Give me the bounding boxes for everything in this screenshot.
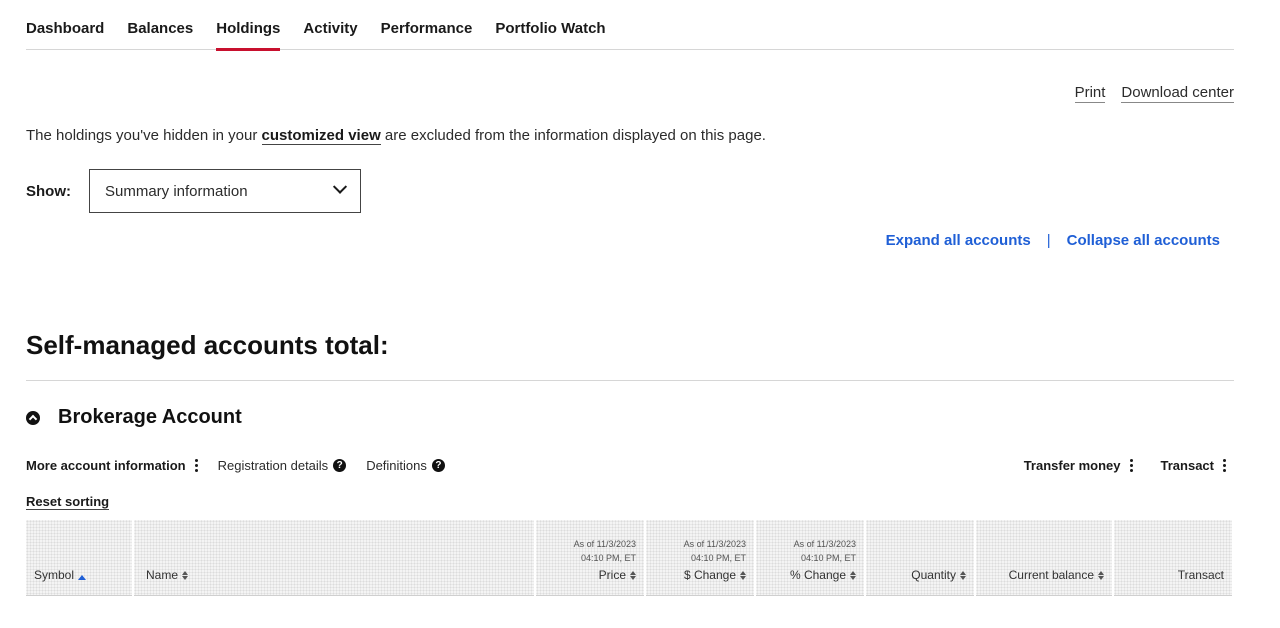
collapse-toggle-icon[interactable] <box>26 410 40 425</box>
current-balance-label: Current balance <box>1008 568 1094 582</box>
show-label: Show: <box>26 183 71 200</box>
asof-date: As of 11/3/2023 <box>683 539 746 549</box>
column-header-current-balance[interactable]: Current balance <box>976 520 1112 596</box>
name-header-label: Name <box>146 568 189 582</box>
more-account-information-menu[interactable]: More account information <box>26 458 198 473</box>
asof-time: 04:10 PM, ET <box>800 553 856 563</box>
price-asof: As of 11/3/2023 04:10 PM, ET <box>574 537 636 565</box>
column-header-price[interactable]: As of 11/3/2023 04:10 PM, ET Price <box>536 520 644 596</box>
kebab-menu-icon <box>1129 459 1133 472</box>
sort-icon <box>960 570 966 580</box>
more-account-information-label: More account information <box>26 458 186 473</box>
symbol-label: Symbol <box>34 568 75 582</box>
reset-sorting-link[interactable]: Reset sorting <box>26 494 110 510</box>
section-divider <box>26 380 1234 381</box>
sort-icon <box>850 570 856 580</box>
show-select-value: Summary information <box>105 182 248 200</box>
show-select[interactable]: Summary information <box>89 169 361 213</box>
name-label: Name <box>146 568 179 582</box>
symbol-header-label: Symbol <box>34 568 87 582</box>
transact-header-label: Transact <box>1178 568 1224 582</box>
column-header-symbol[interactable]: Symbol <box>26 520 132 596</box>
expand-collapse-controls: Expand all accounts | Collapse all accou… <box>886 232 1220 249</box>
tab-portfolio-watch[interactable]: Portfolio Watch <box>495 0 605 50</box>
notice-text-after: are excluded from the information displa… <box>380 127 766 144</box>
help-icon: ? <box>431 459 445 472</box>
sort-icon <box>740 570 746 580</box>
expand-all-accounts-link[interactable]: Expand all accounts <box>886 232 1031 249</box>
asof-time: 04:10 PM, ET <box>690 553 746 563</box>
current-balance-header-label: Current balance <box>1009 568 1104 582</box>
transact-column-label: Transact <box>1177 568 1224 582</box>
price-label: Price <box>598 568 626 582</box>
transact-label: Transact <box>1160 458 1214 473</box>
tab-balances[interactable]: Balances <box>127 0 193 50</box>
account-header[interactable]: Brokerage Account <box>26 406 242 429</box>
separator: | <box>1046 232 1051 249</box>
column-header-quantity[interactable]: Quantity <box>866 520 974 596</box>
transact-menu[interactable]: Transact <box>1161 458 1226 473</box>
quantity-label: Quantity <box>911 568 956 582</box>
customized-view-link[interactable]: customized view <box>261 127 381 145</box>
definitions-link[interactable]: Definitions ? <box>366 458 445 473</box>
sort-icon <box>1098 570 1104 580</box>
column-header-name[interactable]: Name <box>134 520 534 596</box>
pct-change-header-label: % Change <box>790 568 856 582</box>
account-links: More account information Registration de… <box>26 458 465 473</box>
asof-time: 04:10 PM, ET <box>580 553 636 563</box>
asof-date: As of 11/3/2023 <box>573 539 636 549</box>
column-header-dollar-change[interactable]: As of 11/3/2023 04:10 PM, ET $ Change <box>646 520 754 596</box>
dollar-change-header-label: $ Change <box>684 568 746 582</box>
asof-date: As of 11/3/2023 <box>793 539 856 549</box>
quantity-header-label: Quantity <box>911 568 966 582</box>
notice-text-before: The holdings you've hidden in your <box>26 127 262 144</box>
print-link[interactable]: Print <box>1074 84 1106 103</box>
sort-icon <box>630 570 636 580</box>
holdings-table-header: Symbol Name As of 11/3/2023 04:10 PM, ET… <box>26 520 1234 596</box>
transfer-money-label: Transfer money <box>1023 458 1121 473</box>
dollar-change-label: $ Change <box>683 568 736 582</box>
account-title: Brokerage Account <box>58 406 242 428</box>
registration-details-link[interactable]: Registration details ? <box>218 458 347 473</box>
hidden-holdings-notice: The holdings you've hidden in your custo… <box>26 127 766 145</box>
dollar-change-asof: As of 11/3/2023 04:10 PM, ET <box>684 537 746 565</box>
account-actions: Transfer money Transact <box>996 458 1226 473</box>
column-header-transact: Transact <box>1114 520 1232 596</box>
kebab-menu-icon <box>194 459 198 472</box>
sort-ascending-icon <box>78 574 87 580</box>
tab-dashboard[interactable]: Dashboard <box>26 0 104 50</box>
pct-change-label: % Change <box>789 568 846 582</box>
pct-change-asof: As of 11/3/2023 04:10 PM, ET <box>794 537 856 565</box>
sort-icon <box>182 570 189 580</box>
kebab-menu-icon <box>1223 459 1226 472</box>
help-icon: ? <box>333 459 347 472</box>
holdings-nav: Dashboard Balances Holdings Activity Per… <box>26 0 1234 51</box>
chevron-down-icon <box>332 179 348 194</box>
tab-performance[interactable]: Performance <box>381 0 473 50</box>
column-header-pct-change[interactable]: As of 11/3/2023 04:10 PM, ET % Change <box>756 520 864 596</box>
price-header-label: Price <box>599 568 636 582</box>
transfer-money-menu[interactable]: Transfer money <box>1024 458 1133 473</box>
registration-details-label: Registration details <box>217 458 329 473</box>
definitions-label: Definitions <box>366 458 427 473</box>
section-title: Self-managed accounts total: <box>26 330 389 360</box>
download-center-link[interactable]: Download center <box>1121 84 1234 103</box>
tab-activity[interactable]: Activity <box>303 0 357 50</box>
utility-links: Print Download center <box>1074 84 1234 103</box>
collapse-all-accounts-link[interactable]: Collapse all accounts <box>1067 232 1220 249</box>
tab-holdings[interactable]: Holdings <box>216 0 281 51</box>
